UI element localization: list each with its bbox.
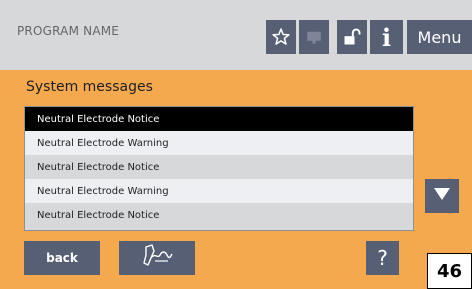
scroll-down-button[interactable] — [425, 179, 459, 213]
section-title: System messages — [26, 79, 153, 95]
star-icon — [271, 27, 291, 47]
header-bar: PROGRAM NAME i Menu — [0, 0, 472, 70]
info-icon: i — [381, 22, 392, 52]
help-button[interactable]: ? — [366, 241, 399, 275]
unlock-icon — [342, 27, 362, 47]
info-button[interactable]: i — [370, 20, 403, 54]
messages-list: Neutral Electrode Notice Neutral Electro… — [24, 106, 414, 231]
page-number: 46 — [427, 253, 472, 289]
lock-button[interactable] — [337, 20, 367, 54]
list-item[interactable]: Neutral Electrode Warning — [25, 179, 413, 203]
list-item[interactable]: Neutral Electrode Notice — [25, 203, 413, 227]
screen: PROGRAM NAME i Menu System messages Neut… — [0, 0, 472, 289]
triangle-down-icon — [433, 186, 451, 206]
list-item[interactable]: Neutral Electrode Warning — [25, 131, 413, 155]
hand-icon — [305, 28, 323, 46]
signature-icon — [140, 243, 174, 273]
signature-button[interactable] — [119, 241, 195, 275]
list-item[interactable]: Neutral Electrode Notice — [25, 155, 413, 179]
back-button[interactable]: back — [24, 241, 100, 275]
hand-button[interactable] — [299, 20, 329, 54]
menu-button[interactable]: Menu — [407, 20, 472, 54]
favorite-button[interactable] — [266, 20, 296, 54]
program-name: PROGRAM NAME — [17, 24, 120, 38]
list-item-selected[interactable]: Neutral Electrode Notice — [25, 107, 413, 131]
